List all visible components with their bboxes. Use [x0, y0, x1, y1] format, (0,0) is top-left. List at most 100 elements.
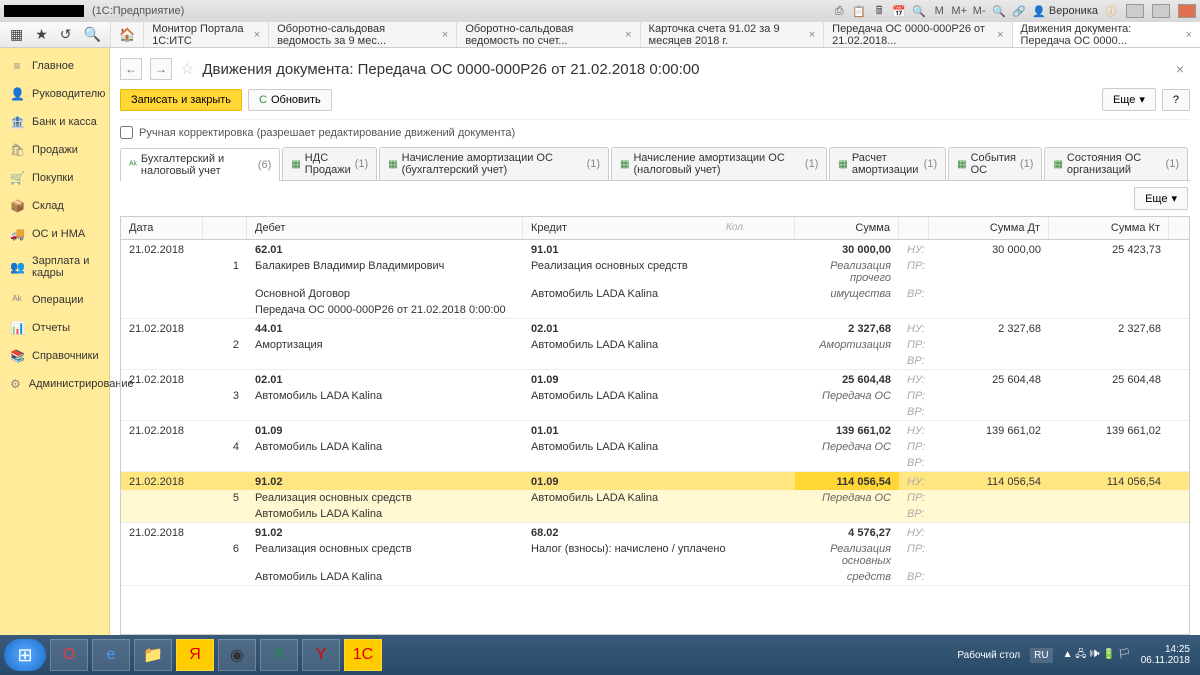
cell-debit-detail	[247, 455, 523, 471]
col-debit[interactable]: Дебет	[247, 217, 523, 239]
cell-sumdt: 139 661,02	[929, 421, 1049, 439]
col-num[interactable]	[203, 217, 247, 239]
print-icon[interactable]: ⎙	[832, 4, 846, 18]
sidebar-item-4[interactable]: 🛒Покупки	[0, 164, 109, 192]
nav-back[interactable]: ←	[120, 58, 142, 80]
col-sumdt[interactable]: Сумма Дт	[929, 217, 1049, 239]
history-icon[interactable]: ↺	[60, 26, 72, 43]
glass-icon[interactable]: 🔍	[992, 4, 1006, 18]
taskbar-yandex[interactable]: Я	[176, 639, 214, 671]
tab-count: (1)	[1166, 158, 1179, 170]
more-button[interactable]: Еще ▾	[1102, 88, 1156, 111]
taskbar-ybrowser[interactable]: Y	[302, 639, 340, 671]
close-document[interactable]: ×	[1170, 61, 1190, 77]
inner-tab-3[interactable]: ▦Начисление амортизации ОС (налоговый уч…	[611, 147, 827, 180]
panel-tab-1[interactable]: Оборотно-сальдовая ведомость за 9 мес...…	[268, 22, 456, 47]
taskbar-ie[interactable]: e	[92, 639, 130, 671]
panel-tab-0[interactable]: Монитор Портала 1С:ИТС×	[143, 22, 268, 47]
nav-forward[interactable]: →	[150, 58, 172, 80]
mem-mplus[interactable]: М+	[952, 4, 966, 18]
sidebar-item-5[interactable]: 📦Склад	[0, 192, 109, 220]
mem-mminus[interactable]: М-	[972, 4, 986, 18]
entry-1[interactable]: 21.02.201862.0191.0130 000,00НУ:30 000,0…	[121, 240, 1189, 319]
lang-indicator[interactable]: RU	[1030, 648, 1052, 663]
sidebar-item-9[interactable]: 📊Отчеты	[0, 314, 109, 342]
sidebar-item-1[interactable]: 👤Руководителю	[0, 80, 109, 108]
panel-tab-4[interactable]: Передача ОС 0000-000Р26 от 21.02.2018...…	[823, 22, 1011, 47]
panel-tab-5[interactable]: Движения документа: Передача ОС 0000...×	[1012, 22, 1200, 47]
taskbar-chrome[interactable]: ◉	[218, 639, 256, 671]
cell-sum: 114 056,54	[795, 472, 899, 490]
cell-debit-detail: Автомобиль LADA Kalina	[247, 439, 523, 455]
info-icon[interactable]: ⓘ	[1104, 4, 1118, 18]
col-sum[interactable]: Сумма	[795, 217, 899, 239]
tab-close[interactable]: ×	[625, 29, 631, 41]
panel-tab-2[interactable]: Оборотно-сальдовая ведомость по счет...×	[456, 22, 639, 47]
tab-count: (1)	[355, 158, 368, 170]
col-type[interactable]	[899, 217, 929, 239]
help-button[interactable]: ?	[1162, 89, 1190, 111]
start-button[interactable]: ⊞	[4, 639, 46, 671]
entry-2[interactable]: 21.02.201844.0102.012 327,68НУ:2 327,682…	[121, 319, 1189, 370]
cell-debit-account: 91.02	[247, 472, 523, 490]
inner-tab-6[interactable]: ▦Состояния ОС организаций (1)	[1044, 147, 1188, 180]
star-icon[interactable]: ★	[35, 26, 48, 43]
panel-tab-home[interactable]: 🏠	[110, 22, 143, 47]
manual-edit-checkbox[interactable]	[120, 126, 133, 139]
entry-3[interactable]: 21.02.201802.0101.0925 604,48НУ:25 604,4…	[121, 370, 1189, 421]
user-label[interactable]: 👤Вероника	[1032, 5, 1098, 18]
sidebar-item-11[interactable]: ⚙Администрирование	[0, 370, 109, 398]
system-tray[interactable]: ▲ 🖧 🕪 🔋 🏳	[1063, 647, 1131, 664]
tab-close[interactable]: ×	[809, 29, 815, 41]
window-close[interactable]	[1178, 4, 1196, 18]
col-credit[interactable]: КредитКол.	[523, 217, 795, 239]
sidebar-icon: ᴬᵏ	[10, 293, 24, 307]
refresh-button[interactable]: СОбновить	[248, 89, 332, 111]
window-restore[interactable]	[1152, 4, 1170, 18]
cell-debit-detail	[247, 404, 523, 420]
col-sumkt[interactable]: Сумма Кт	[1049, 217, 1169, 239]
taskbar-1c[interactable]: 1C	[344, 639, 382, 671]
sidebar-item-3[interactable]: 🛍Продажи	[0, 136, 109, 164]
inner-tab-5[interactable]: ▦События ОС (1)	[948, 147, 1042, 180]
taskbar-explorer[interactable]: 📁	[134, 639, 172, 671]
sidebar-item-10[interactable]: 📚Справочники	[0, 342, 109, 370]
entry-4[interactable]: 21.02.201801.0901.01139 661,02НУ:139 661…	[121, 421, 1189, 472]
copy-icon[interactable]: 📋	[852, 4, 866, 18]
entry-6[interactable]: 21.02.201891.0268.024 576,27НУ:6Реализац…	[121, 523, 1189, 586]
taskbar-excel[interactable]: X	[260, 639, 298, 671]
inner-tab-2[interactable]: ▦Начисление амортизации ОС (бухгалтерски…	[379, 147, 609, 180]
window-minimize[interactable]	[1126, 4, 1144, 18]
tab-close[interactable]: ×	[1186, 29, 1192, 41]
clock[interactable]: 14:25 06.11.2018	[1141, 644, 1190, 666]
sidebar-item-6[interactable]: 🚚ОС и НМА	[0, 220, 109, 248]
inner-tab-4[interactable]: ▦Расчет амортизации (1)	[829, 147, 946, 180]
sidebar-icon: 📦	[10, 199, 24, 213]
taskbar-opera[interactable]: O	[50, 639, 88, 671]
calendar-icon[interactable]: 📅	[892, 4, 906, 18]
favorite-star[interactable]: ☆	[180, 59, 194, 79]
desktop-label[interactable]: Рабочий стол	[957, 650, 1020, 661]
tab-close[interactable]: ×	[442, 29, 448, 41]
mem-m[interactable]: М	[932, 4, 946, 18]
tab-close[interactable]: ×	[254, 29, 260, 41]
apps-icon[interactable]: ▦	[10, 26, 23, 43]
inner-tab-0[interactable]: ᴬᵏБухгалтерский и налоговый учет (6)	[120, 148, 280, 181]
col-date[interactable]: Дата	[121, 217, 203, 239]
more-button-2[interactable]: Еще ▾	[1134, 187, 1188, 210]
sidebar-item-0[interactable]: ≡Главное	[0, 52, 109, 80]
sidebar-item-7[interactable]: 👥Зарплата и кадры	[0, 248, 109, 286]
calc-icon[interactable]: 🖩	[872, 4, 886, 18]
cell-sum: 25 604,48	[795, 370, 899, 388]
panel-tab-3[interactable]: Карточка счета 91.02 за 9 месяцев 2018 г…	[640, 22, 824, 47]
link-icon-2[interactable]: 🔍	[84, 26, 101, 43]
search-icon[interactable]: 🔍	[912, 4, 926, 18]
tab-close[interactable]: ×	[997, 29, 1003, 41]
save-close-button[interactable]: Записать и закрыть	[120, 89, 242, 111]
cell-date: 21.02.2018	[121, 240, 203, 258]
link-icon[interactable]: 🔗	[1012, 4, 1026, 18]
sidebar-item-2[interactable]: 🏦Банк и касса	[0, 108, 109, 136]
entry-5[interactable]: 21.02.201891.0201.09114 056,54НУ:114 056…	[121, 472, 1189, 523]
sidebar-item-8[interactable]: ᴬᵏОперации	[0, 286, 109, 314]
inner-tab-1[interactable]: ▦НДС Продажи (1)	[282, 147, 377, 180]
